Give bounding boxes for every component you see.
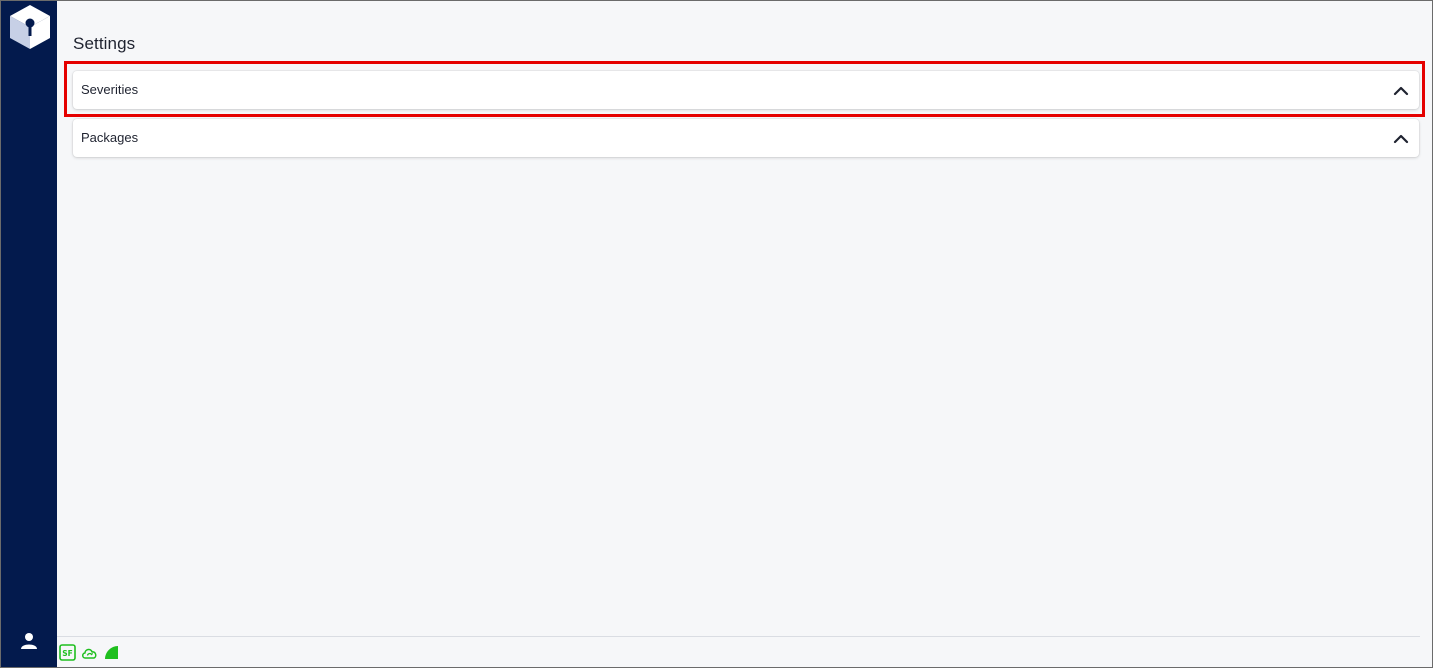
- panel-label-packages: Packages: [81, 130, 139, 145]
- sidebar: [1, 1, 57, 667]
- chevron-up-icon[interactable]: [1393, 131, 1409, 145]
- app-window: Settings Severities Packages SF: [0, 0, 1433, 668]
- sf-badge-icon: SF: [59, 643, 76, 661]
- status-bar: SF: [59, 643, 120, 661]
- signal-icon: [105, 645, 118, 659]
- main-content: Settings Severities Packages SF: [57, 1, 1432, 667]
- chevron-up-icon[interactable]: [1393, 83, 1409, 97]
- user-icon[interactable]: [19, 631, 39, 651]
- svg-text:SF: SF: [62, 649, 73, 658]
- cube-logo-icon[interactable]: [7, 3, 53, 49]
- page-title: Settings: [73, 34, 136, 53]
- severities-panel-header[interactable]: Severities: [73, 71, 1419, 109]
- cloud-sync-icon: [82, 648, 97, 659]
- footer-divider: [57, 636, 1420, 637]
- panel-label-severities: Severities: [81, 82, 139, 97]
- packages-panel-header[interactable]: Packages: [73, 119, 1419, 157]
